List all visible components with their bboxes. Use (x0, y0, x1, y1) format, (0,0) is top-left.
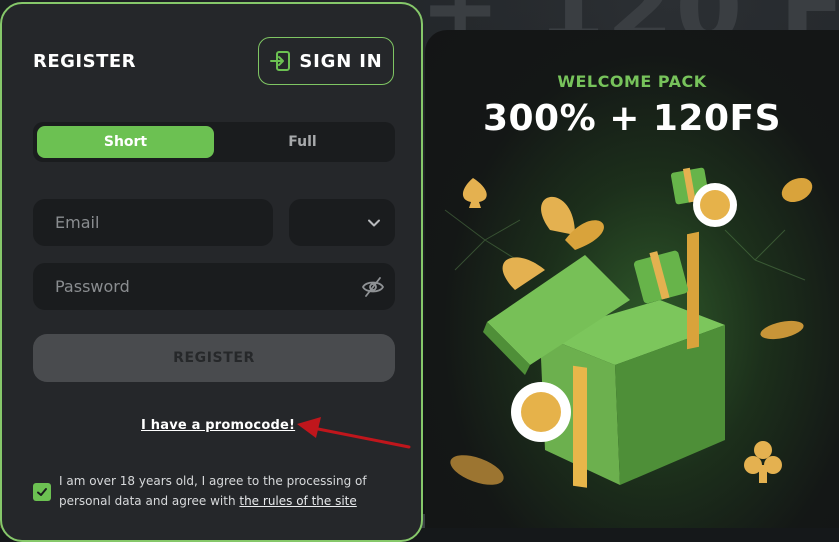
tab-short[interactable]: Short (37, 126, 214, 158)
tab-full[interactable]: Full (214, 126, 391, 158)
password-field[interactable] (33, 277, 395, 296)
check-icon (37, 488, 47, 496)
email-field-wrapper (33, 199, 273, 246)
sign-in-button[interactable]: SIGN IN (258, 37, 394, 85)
currency-select[interactable] (289, 199, 395, 246)
eye-off-icon[interactable] (361, 275, 385, 299)
sign-in-label: SIGN IN (299, 50, 383, 72)
register-title: REGISTER (33, 51, 137, 72)
promo-headline: 300% + 120FS (482, 98, 782, 139)
email-field[interactable] (33, 213, 273, 232)
registration-type-tabs: Short Full (33, 122, 395, 162)
register-panel: REGISTER SIGN IN Short Full REGISTER I h… (0, 2, 423, 542)
chevron-down-icon (368, 219, 380, 226)
welcome-promo-panel: WELCOME PACK 300% + 120FS (425, 30, 839, 528)
promo-kicker: WELCOME PACK (557, 72, 707, 91)
login-icon (270, 51, 291, 71)
promocode-link[interactable]: I have a promocode! (141, 418, 295, 433)
consent-checkbox[interactable] (33, 483, 51, 501)
annotation-arrow (297, 417, 411, 449)
site-rules-link[interactable]: the rules of the site (239, 494, 356, 508)
register-submit-button[interactable]: REGISTER (33, 334, 395, 382)
gift-box-illustration (444, 167, 813, 488)
consent-text: I am over 18 years old, I agree to the p… (59, 471, 399, 511)
password-field-wrapper (33, 263, 395, 310)
